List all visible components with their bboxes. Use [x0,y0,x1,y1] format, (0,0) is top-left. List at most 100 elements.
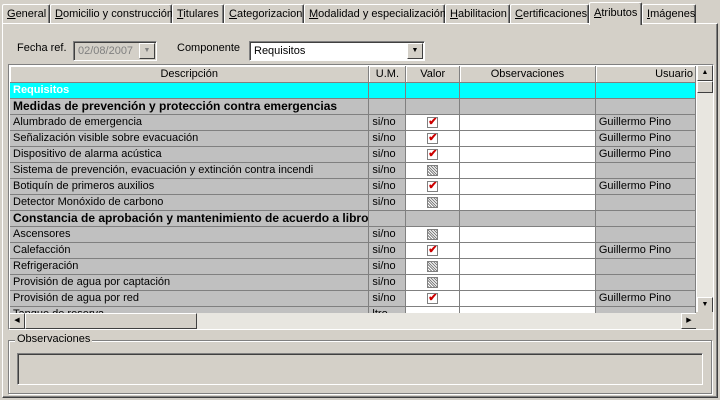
checkbox-indeterminate-icon[interactable] [427,196,439,208]
col-header-observaciones[interactable]: Observaciones [459,66,596,83]
observaciones-cell[interactable] [459,130,596,147]
empty-cell [405,210,461,227]
tab-label-mnemonic: D [55,8,63,20]
checkbox-indeterminate-icon[interactable] [427,260,439,272]
table-row[interactable]: Dispositivo de alarma acústicasi/no Guill… [10,146,696,163]
observaciones-cell[interactable] [459,226,596,243]
col-header-um[interactable]: U.M. [368,66,407,83]
vertical-scrollbar[interactable]: ▲ ▼ [697,65,713,313]
valor-cell[interactable] [405,114,461,131]
atributos-table: Descripción U.M. Valor Observaciones Usu… [10,66,696,314]
tab-label-mnemonic: M [309,8,319,20]
group-header-row[interactable]: Constancia de aprobación y mantenimiento… [10,210,696,227]
um-cell: si/no [368,178,407,195]
col-header-descripcion[interactable]: Descripción [10,66,370,83]
table-row[interactable]: Botiquín de primeros auxiliossi/no Guille… [10,178,696,195]
valor-cell[interactable] [405,178,461,195]
valor-cell[interactable] [405,290,461,307]
valor-cell[interactable] [405,162,461,179]
um-cell: si/no [368,290,407,307]
scroll-right-icon[interactable]: ▶ [681,313,697,329]
empty-cell [595,82,696,99]
table-row[interactable]: Sistema de prevención, evacuación y exti… [10,162,696,179]
valor-cell[interactable] [405,274,461,291]
empty-cell [459,82,596,99]
scroll-up-icon[interactable]: ▲ [697,65,713,81]
observaciones-cell[interactable] [459,194,596,211]
scroll-left-icon[interactable]: ◀ [9,313,25,329]
tab-titulares[interactable]: Titulares [172,4,224,24]
table-row[interactable]: Alumbrado de emergenciasi/no Guillermo Pi… [10,114,696,131]
observaciones-field[interactable] [17,353,703,385]
um-cell: si/no [368,130,407,147]
valor-cell[interactable] [405,242,461,259]
fecha-ref-label: Fecha ref. [17,42,67,54]
component-header-row[interactable]: Requisitos [10,82,696,99]
descripcion-cell: Provisión de agua por red [10,290,370,307]
descripcion-cell: Ascensores [10,226,370,243]
descripcion-cell: Botiquín de primeros auxilios [10,178,370,195]
col-header-valor[interactable]: Valor [405,66,461,83]
empty-cell [405,82,461,99]
tab-habilitacion[interactable]: Habilitacion [445,4,510,24]
usuario-cell: Guillermo Pino [595,146,696,163]
checkbox-checked-icon[interactable] [427,291,439,304]
valor-cell[interactable] [405,146,461,163]
usuario-cell: Guillermo Pino [595,178,696,195]
group-header-row[interactable]: Medidas de prevención y protección contr… [10,98,696,115]
tab-certificaciones[interactable]: Certificaciones [510,4,589,24]
tab-categorizacion[interactable]: Categorizacion [224,4,304,24]
checkbox-checked-icon[interactable] [427,131,439,144]
observaciones-cell[interactable] [459,114,596,131]
scrollbar-corner [696,312,713,329]
table-row[interactable]: Señalización visible sobre evacuación si/… [10,130,696,147]
chevron-down-icon[interactable]: ▼ [139,43,155,59]
table-row[interactable]: Calefacciónsi/no Guillermo Pino [10,242,696,259]
componente-combo[interactable]: Requisitos ▼ [249,41,425,61]
valor-cell[interactable] [405,130,461,147]
observaciones-cell[interactable] [459,178,596,195]
checkbox-checked-icon[interactable] [427,115,439,128]
atributos-grid[interactable]: Descripción U.M. Valor Observaciones Usu… [8,64,714,330]
tab-label-mnemonic: H [450,8,458,20]
checkbox-checked-icon[interactable] [427,147,439,160]
table-row[interactable]: Ascensores si/no [10,226,696,243]
usuario-cell [595,258,696,275]
valor-cell[interactable] [405,194,461,211]
horizontal-scrollbar[interactable]: ◀ ▶ [9,313,697,329]
chevron-down-icon[interactable]: ▼ [407,43,423,59]
observaciones-cell[interactable] [459,258,596,275]
valor-cell[interactable] [405,226,461,243]
descripcion-cell: Sistema de prevención, evacuación y exti… [10,162,370,179]
fecha-ref-combo[interactable]: 02/08/2007 ▼ [73,41,157,61]
checkbox-checked-icon[interactable] [427,243,439,256]
tab-domicilio-y-construcción[interactable]: Domicilio y construcción [50,4,173,24]
table-row[interactable]: Detector Monóxido de carbono si/no [10,194,696,211]
table-row[interactable]: Provisión de agua por redsi/no Guillermo … [10,290,696,307]
horizontal-scroll-thumb[interactable] [25,313,197,329]
checkbox-indeterminate-icon[interactable] [427,276,439,288]
tab-label: abilitacion [457,8,507,20]
tab-label-mnemonic: C [229,8,237,20]
tab-imágenes[interactable]: Imágenes [642,4,696,24]
table-row[interactable]: Refrigeración si/no [10,258,696,275]
tab-modalidad-y-especialización[interactable]: Modalidad y especialización [304,4,446,24]
tab-atributos[interactable]: Atributos [589,2,642,25]
table-row[interactable]: Provisión de agua por captación si/no [10,274,696,291]
observaciones-cell[interactable] [459,162,596,179]
observaciones-cell[interactable] [459,274,596,291]
group-title: Constancia de aprobación y mantenimiento… [10,210,370,227]
scroll-down-icon[interactable]: ▼ [697,297,713,313]
observaciones-cell[interactable] [459,146,596,163]
checkbox-indeterminate-icon[interactable] [427,228,439,240]
col-header-usuario[interactable]: Usuario [595,66,696,83]
usuario-cell: Guillermo Pino [595,114,696,131]
checkbox-checked-icon[interactable] [427,179,439,192]
vertical-scroll-thumb[interactable] [697,81,713,93]
tab-general[interactable]: General [2,4,50,24]
observaciones-cell[interactable] [459,242,596,259]
um-cell: si/no [368,242,407,259]
observaciones-cell[interactable] [459,290,596,307]
valor-cell[interactable] [405,258,461,275]
checkbox-indeterminate-icon[interactable] [427,164,439,176]
